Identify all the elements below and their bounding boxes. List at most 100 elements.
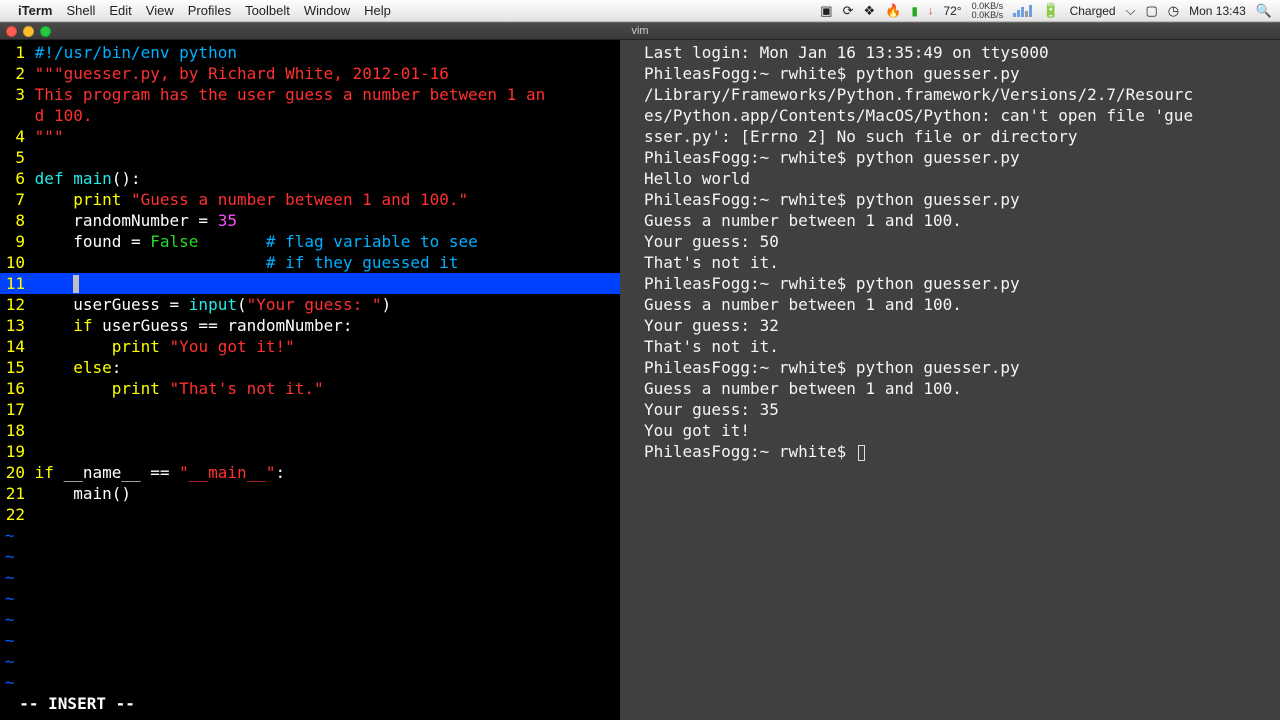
clock[interactable]: Mon 13:43 bbox=[1189, 4, 1246, 18]
line-number: 9 bbox=[0, 231, 35, 252]
code-line[interactable]: 19 bbox=[0, 441, 620, 462]
shell-pane[interactable]: Last login: Mon Jan 16 13:35:49 on ttys0… bbox=[640, 40, 1280, 720]
line-number: 7 bbox=[0, 189, 35, 210]
code-line[interactable]: 12 userGuess = input("Your guess: ") bbox=[0, 294, 620, 315]
code-line[interactable]: 6def main(): bbox=[0, 168, 620, 189]
menu-shell[interactable]: Shell bbox=[66, 3, 95, 18]
network-speed[interactable]: 0.0KB/s0.0KB/s bbox=[972, 2, 1004, 20]
code-line[interactable]: 16 print "That's not it." bbox=[0, 378, 620, 399]
vim-tilde: ~ bbox=[0, 589, 14, 608]
code-line[interactable]: 13 if userGuess == randomNumber: bbox=[0, 315, 620, 336]
sync-icon[interactable]: ⟳ bbox=[843, 3, 854, 19]
temp-icon: ↓ bbox=[928, 5, 934, 17]
close-button[interactable] bbox=[6, 26, 17, 37]
vim-cursor bbox=[73, 275, 79, 293]
vim-mode-status: -- INSERT -- bbox=[0, 693, 620, 714]
code-line[interactable]: 8 randomNumber = 35 bbox=[0, 210, 620, 231]
shell-line[interactable]: PhileasFogg:~ rwhite$ python guesser.py bbox=[644, 189, 1276, 210]
line-number: 10 bbox=[0, 252, 35, 273]
display-icon[interactable]: ▢ bbox=[1145, 3, 1157, 19]
timemachine-icon[interactable]: ◷ bbox=[1168, 3, 1179, 19]
line-number: 2 bbox=[0, 63, 35, 84]
shell-line[interactable]: Guess a number between 1 and 100. bbox=[644, 378, 1276, 399]
shell-cursor bbox=[858, 445, 865, 461]
window-title: vim bbox=[631, 25, 648, 37]
battery-status[interactable]: Charged bbox=[1070, 4, 1116, 18]
line-number: 22 bbox=[0, 504, 35, 525]
temperature[interactable]: 72° bbox=[943, 4, 961, 18]
line-number: 6 bbox=[0, 168, 35, 189]
shell-line[interactable]: Your guess: 35 bbox=[644, 399, 1276, 420]
code-line[interactable]: 7 print "Guess a number between 1 and 10… bbox=[0, 189, 620, 210]
shell-line[interactable]: That's not it. bbox=[644, 252, 1276, 273]
shell-line[interactable]: That's not it. bbox=[644, 336, 1276, 357]
line-number: 18 bbox=[0, 420, 35, 441]
shell-line[interactable]: PhileasFogg:~ rwhite$ python guesser.py bbox=[644, 357, 1276, 378]
shell-line[interactable]: PhileasFogg:~ rwhite$ python guesser.py bbox=[644, 147, 1276, 168]
menu-view[interactable]: View bbox=[146, 3, 174, 18]
code-line[interactable]: 17 bbox=[0, 399, 620, 420]
code-line[interactable]: 2"""guesser.py, by Richard White, 2012-0… bbox=[0, 63, 620, 84]
line-number: 15 bbox=[0, 357, 35, 378]
terminal-area: 1#!/usr/bin/env python2"""guesser.py, by… bbox=[0, 40, 1280, 720]
line-number: 8 bbox=[0, 210, 35, 231]
pane-divider[interactable] bbox=[620, 40, 640, 720]
code-line[interactable]: 9 found = False # flag variable to see bbox=[0, 231, 620, 252]
menu-help[interactable]: Help bbox=[364, 3, 391, 18]
screenshare-icon[interactable]: ▣ bbox=[820, 3, 832, 19]
code-line[interactable]: 15 else: bbox=[0, 357, 620, 378]
code-line[interactable]: 21 main() bbox=[0, 483, 620, 504]
shell-line[interactable]: es/Python.app/Contents/MacOS/Python: can… bbox=[644, 105, 1276, 126]
shell-line[interactable]: Your guess: 50 bbox=[644, 231, 1276, 252]
spotlight-icon[interactable]: 🔍 bbox=[1256, 3, 1272, 19]
code-line[interactable]: 18 bbox=[0, 420, 620, 441]
shell-line[interactable]: PhileasFogg:~ rwhite$ bbox=[644, 441, 1276, 462]
shell-line[interactable]: PhileasFogg:~ rwhite$ python guesser.py bbox=[644, 63, 1276, 84]
code-line[interactable]: 4""" bbox=[0, 126, 620, 147]
line-number: 12 bbox=[0, 294, 35, 315]
network-bars-icon[interactable] bbox=[1013, 5, 1032, 17]
code-line[interactable]: 14 print "You got it!" bbox=[0, 336, 620, 357]
dropbox-icon[interactable]: ❖ bbox=[863, 3, 875, 19]
wifi-icon[interactable]: ⌵ bbox=[1126, 3, 1136, 19]
line-number: 20 bbox=[0, 462, 35, 483]
macos-menubar: iTerm Shell Edit View Profiles Toolbelt … bbox=[0, 0, 1280, 22]
menu-window[interactable]: Window bbox=[304, 3, 350, 18]
shell-line[interactable]: Guess a number between 1 and 100. bbox=[644, 294, 1276, 315]
battery-icon[interactable]: 🔋 bbox=[1042, 2, 1059, 19]
line-number: 11 bbox=[0, 273, 35, 294]
code-line[interactable]: d 100. bbox=[0, 105, 620, 126]
minimize-button[interactable] bbox=[23, 26, 34, 37]
line-number: 5 bbox=[0, 147, 35, 168]
code-line[interactable]: 10 # if they guessed it bbox=[0, 252, 620, 273]
shell-line[interactable]: Guess a number between 1 and 100. bbox=[644, 210, 1276, 231]
line-number: 13 bbox=[0, 315, 35, 336]
traffic-lights bbox=[6, 26, 51, 37]
shell-line[interactable]: PhileasFogg:~ rwhite$ python guesser.py bbox=[644, 273, 1276, 294]
shell-line[interactable]: Hello world bbox=[644, 168, 1276, 189]
shell-line[interactable]: sser.py': [Errno 2] No such file or dire… bbox=[644, 126, 1276, 147]
line-number: 1 bbox=[0, 42, 35, 63]
menu-toolbelt[interactable]: Toolbelt bbox=[245, 3, 290, 18]
app-name[interactable]: iTerm bbox=[18, 3, 52, 18]
zoom-button[interactable] bbox=[40, 26, 51, 37]
code-line[interactable]: 1#!/usr/bin/env python bbox=[0, 42, 620, 63]
vim-editor-pane[interactable]: 1#!/usr/bin/env python2"""guesser.py, by… bbox=[0, 40, 620, 720]
shell-line[interactable]: Your guess: 32 bbox=[644, 315, 1276, 336]
line-number: 21 bbox=[0, 483, 35, 504]
code-line[interactable]: 5 bbox=[0, 147, 620, 168]
shell-line[interactable]: You got it! bbox=[644, 420, 1276, 441]
line-number: 16 bbox=[0, 378, 35, 399]
code-line[interactable]: 11 bbox=[0, 273, 620, 294]
line-number: 4 bbox=[0, 126, 35, 147]
code-line[interactable]: 22 bbox=[0, 504, 620, 525]
shell-line[interactable]: Last login: Mon Jan 16 13:35:49 on ttys0… bbox=[644, 42, 1276, 63]
code-line[interactable]: 3This program has the user guess a numbe… bbox=[0, 84, 620, 105]
menu-profiles[interactable]: Profiles bbox=[188, 3, 231, 18]
menu-edit[interactable]: Edit bbox=[109, 3, 131, 18]
code-line[interactable]: 20if __name__ == "__main__": bbox=[0, 462, 620, 483]
cpu-indicator[interactable]: ▮ bbox=[911, 4, 918, 18]
shell-line[interactable]: /Library/Frameworks/Python.framework/Ver… bbox=[644, 84, 1276, 105]
flame-icon[interactable]: 🔥 bbox=[885, 3, 901, 19]
vim-tilde: ~ bbox=[0, 547, 14, 566]
